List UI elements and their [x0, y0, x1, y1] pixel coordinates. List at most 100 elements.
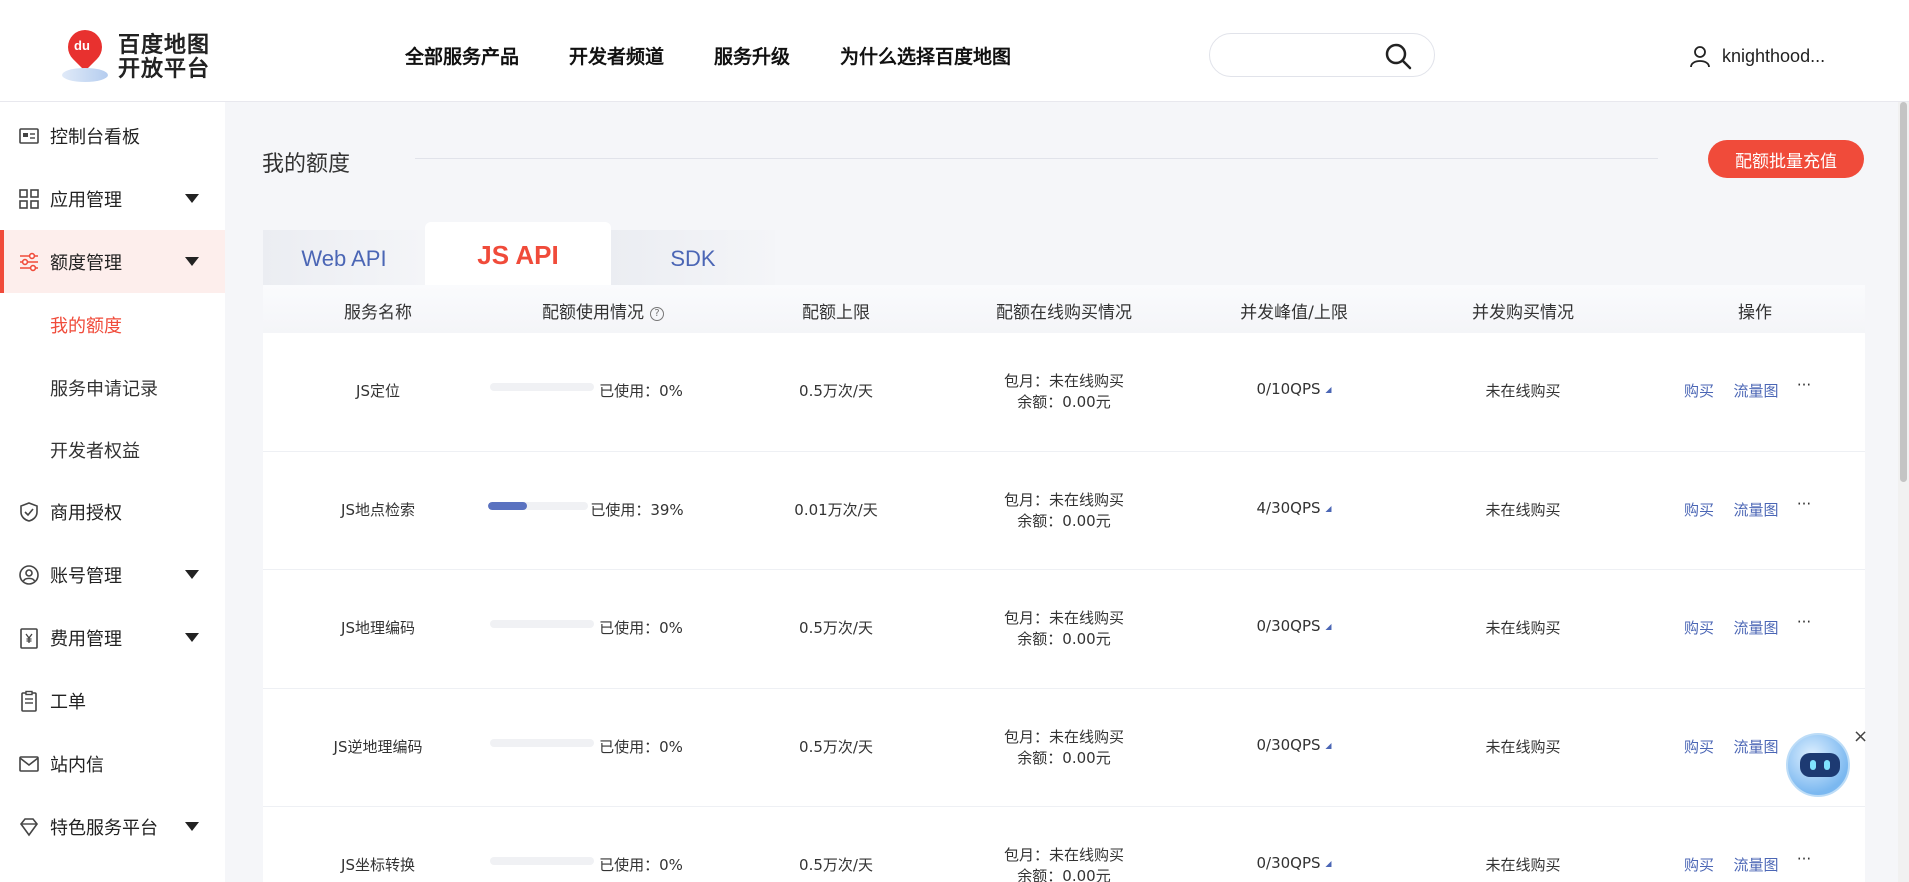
more-actions-icon[interactable]: ···	[1797, 495, 1811, 513]
expand-triangle-icon[interactable]	[1325, 505, 1332, 512]
more-actions-icon[interactable]: ···	[1797, 850, 1811, 868]
online-purchase-status: 包月：未在线购买 余额：0.00元	[1003, 846, 1125, 882]
dashboard-icon	[19, 128, 39, 144]
search-box	[1209, 33, 1435, 77]
online-purchase-status: 包月：未在线购买 余额：0.00元	[1003, 609, 1125, 648]
top-header: du 百度地图 开放平台 全部服务产品 开发者频道 服务升级 为什么选择百度地图…	[0, 0, 1909, 102]
sidebar-item-featured-services[interactable]: 特色服务平台	[0, 795, 225, 858]
sidebar-item-messages[interactable]: 站内信	[0, 732, 225, 795]
baidu-map-logo[interactable]: du 百度地图 开放平台	[60, 22, 211, 86]
help-icon[interactable]: ?	[650, 307, 664, 321]
quota-table: 服务名称 配额使用情况? 配额上限 配额在线购买情况 并发峰值/上限 并发购买情…	[263, 285, 1865, 882]
sidebar-item-quota[interactable]: 额度管理	[0, 230, 225, 293]
header-actions: 操作	[1738, 303, 1772, 323]
usage-progress-bar	[490, 857, 594, 865]
usage-progress-bar	[490, 738, 594, 747]
sidebar-item-label: 商用授权	[50, 502, 122, 524]
header-quota-limit: 配额上限	[802, 303, 870, 323]
sidebar: 控制台看板 应用管理 额度管理 我的额度 服务申请记录 开发者权益 商用授权 账…	[0, 102, 225, 882]
traffic-chart-link[interactable]: 流量图	[1733, 617, 1778, 638]
user-name: knighthood...	[1722, 45, 1826, 66]
sidebar-item-label: 额度管理	[50, 252, 122, 274]
quota-limit: 0.01万次/天	[794, 500, 878, 519]
assistant-robot-icon[interactable]	[1786, 733, 1850, 797]
tab-web-api[interactable]: Web API	[263, 230, 425, 288]
sidebar-item-label: 账号管理	[50, 565, 122, 587]
more-actions-icon[interactable]: ···	[1797, 613, 1811, 631]
sidebar-item-tickets[interactable]: 工单	[0, 669, 225, 732]
concurrency-peak[interactable]: 4/30QPS	[1256, 499, 1332, 517]
more-actions-icon[interactable]: ···	[1797, 376, 1811, 394]
page-scrollbar[interactable]	[1898, 102, 1909, 882]
concurrency-peak[interactable]: 0/10QPS	[1256, 380, 1332, 398]
user-icon	[1690, 46, 1710, 68]
expand-triangle-icon[interactable]	[1325, 742, 1332, 749]
chevron-down-icon	[185, 570, 199, 579]
search-input[interactable]	[1224, 34, 1384, 76]
shield-icon	[20, 502, 38, 522]
sidebar-sub-developer-benefits[interactable]: 开发者权益	[50, 437, 140, 463]
usage-percent: 已使用：0%	[599, 619, 683, 637]
online-purchase-status: 包月：未在线购买 余额：0.00元	[1003, 372, 1125, 411]
buy-link[interactable]: 购买	[1684, 380, 1714, 401]
close-icon[interactable]: ×	[1853, 726, 1868, 747]
expand-triangle-icon[interactable]	[1325, 387, 1332, 393]
quota-limit: 0.5万次/天	[799, 737, 873, 756]
buy-link[interactable]: 购买	[1684, 854, 1714, 875]
buy-link[interactable]: 购买	[1684, 499, 1714, 520]
tab-js-api[interactable]: JS API	[425, 222, 611, 288]
sidebar-item-commercial-license[interactable]: 商用授权	[0, 480, 225, 543]
concurrency-purchase-status: 未在线购买	[1485, 382, 1561, 400]
usage-percent: 已使用：0%	[599, 737, 683, 756]
user-circle-icon	[19, 565, 39, 585]
main-content: 我的额度 配额批量充值 Web API JS API SDK 服务名称 配额使用…	[225, 102, 1909, 882]
concurrency-peak[interactable]: 0/30QPS	[1256, 617, 1332, 635]
concurrency-purchase-status: 未在线购买	[1485, 619, 1561, 637]
user-menu[interactable]: knighthood...	[1688, 44, 1825, 68]
nav-developer-channel[interactable]: 开发者频道	[569, 42, 664, 69]
tab-sdk[interactable]: SDK	[611, 230, 775, 288]
nav-why-baidu-map[interactable]: 为什么选择百度地图	[840, 42, 1011, 69]
concurrency-peak[interactable]: 0/30QPS	[1256, 854, 1332, 872]
usage-percent: 已使用：39%	[590, 500, 684, 519]
nav-all-products[interactable]: 全部服务产品	[405, 42, 519, 69]
sidebar-item-label: 控制台看板	[50, 126, 140, 148]
page-title: 我的额度	[262, 152, 351, 177]
sidebar-item-dashboard[interactable]: 控制台看板	[0, 104, 225, 167]
sidebar-item-account[interactable]: 账号管理	[0, 543, 225, 606]
sidebar-item-label: 站内信	[50, 754, 104, 776]
nav-service-upgrade[interactable]: 服务升级	[714, 42, 790, 69]
expand-triangle-icon[interactable]	[1325, 624, 1332, 630]
scrollbar-thumb[interactable]	[1900, 102, 1907, 482]
table-header: 服务名称 配额使用情况? 配额上限 配额在线购买情况 并发峰值/上限 并发购买情…	[263, 285, 1865, 333]
buy-link[interactable]: 购买	[1684, 736, 1714, 757]
traffic-chart-link[interactable]: 流量图	[1733, 854, 1778, 875]
chevron-down-icon	[185, 822, 199, 831]
usage-progress-bar	[488, 501, 588, 510]
sidebar-sub-my-quota[interactable]: 我的额度	[50, 312, 122, 338]
table-row: JS地理编码 已使用：0% 0.5万次/天 包月：未在线购买 余额：0.00元 0/30Q…	[263, 570, 1865, 689]
sidebar-item-apps[interactable]: 应用管理	[0, 167, 225, 230]
sidebar-sub-application-records[interactable]: 服务申请记录	[50, 375, 158, 401]
diamond-icon	[19, 818, 39, 837]
traffic-chart-link[interactable]: 流量图	[1733, 499, 1778, 520]
service-name: JS坐标转换	[341, 856, 415, 874]
concurrency-peak[interactable]: 0/30QPS	[1256, 736, 1332, 754]
usage-progress-bar	[490, 620, 594, 628]
sidebar-item-label: 费用管理	[50, 628, 122, 650]
logo-text: 百度地图 开放平台	[118, 33, 211, 82]
table-row: JS地点检索 已使用：39% 0.01万次/天 包月：未在线购买 余额：0.00元 4/3…	[263, 452, 1865, 570]
batch-recharge-button[interactable]: 配额批量充值	[1708, 140, 1864, 178]
expand-triangle-icon[interactable]	[1325, 861, 1332, 867]
quota-limit: 0.5万次/天	[799, 382, 873, 400]
traffic-chart-link[interactable]: 流量图	[1733, 736, 1778, 757]
concurrency-purchase-status: 未在线购买	[1485, 737, 1561, 756]
sidebar-item-billing[interactable]: 费用管理	[0, 606, 225, 669]
header-online-purchase: 配额在线购买情况	[996, 303, 1132, 323]
usage-percent: 已使用：0%	[599, 382, 683, 400]
table-row: JS定位 已使用：0% 0.5万次/天 包月：未在线购买 余额：0.00元 0/10QPS…	[263, 333, 1865, 452]
buy-link[interactable]: 购买	[1684, 617, 1714, 638]
search-icon[interactable]	[1384, 42, 1412, 70]
traffic-chart-link[interactable]: 流量图	[1733, 380, 1778, 401]
yen-icon	[20, 628, 38, 649]
